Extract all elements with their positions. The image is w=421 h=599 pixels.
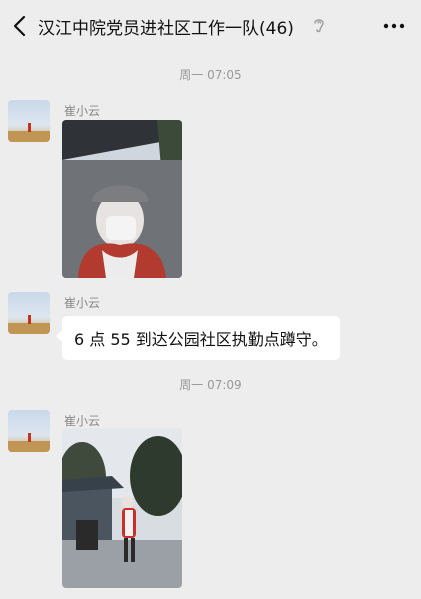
timestamp: 周一 07:09 bbox=[179, 378, 242, 392]
chevron-left-icon[interactable] bbox=[6, 12, 34, 40]
ear-icon bbox=[314, 19, 324, 33]
avatar[interactable] bbox=[8, 410, 50, 452]
avatar[interactable] bbox=[8, 100, 50, 142]
timestamp: 周一 07:05 bbox=[179, 68, 242, 82]
photo-message[interactable] bbox=[62, 428, 182, 588]
photo-message[interactable] bbox=[62, 120, 182, 278]
sender-name: 崔小云 bbox=[64, 296, 101, 310]
sender-name: 崔小云 bbox=[64, 104, 101, 118]
avatar[interactable] bbox=[8, 292, 50, 334]
sender-name: 崔小云 bbox=[64, 414, 101, 428]
text-message[interactable]: 6 点 55 到达公园社区执勤点蹲守。 bbox=[56, 316, 340, 360]
more-dots-icon[interactable] bbox=[380, 14, 408, 38]
chat-title: 汉江中院党员进社区工作一队(46) bbox=[38, 19, 294, 39]
chat-header: 汉江中院党员进社区工作一队(46) bbox=[0, 0, 421, 52]
